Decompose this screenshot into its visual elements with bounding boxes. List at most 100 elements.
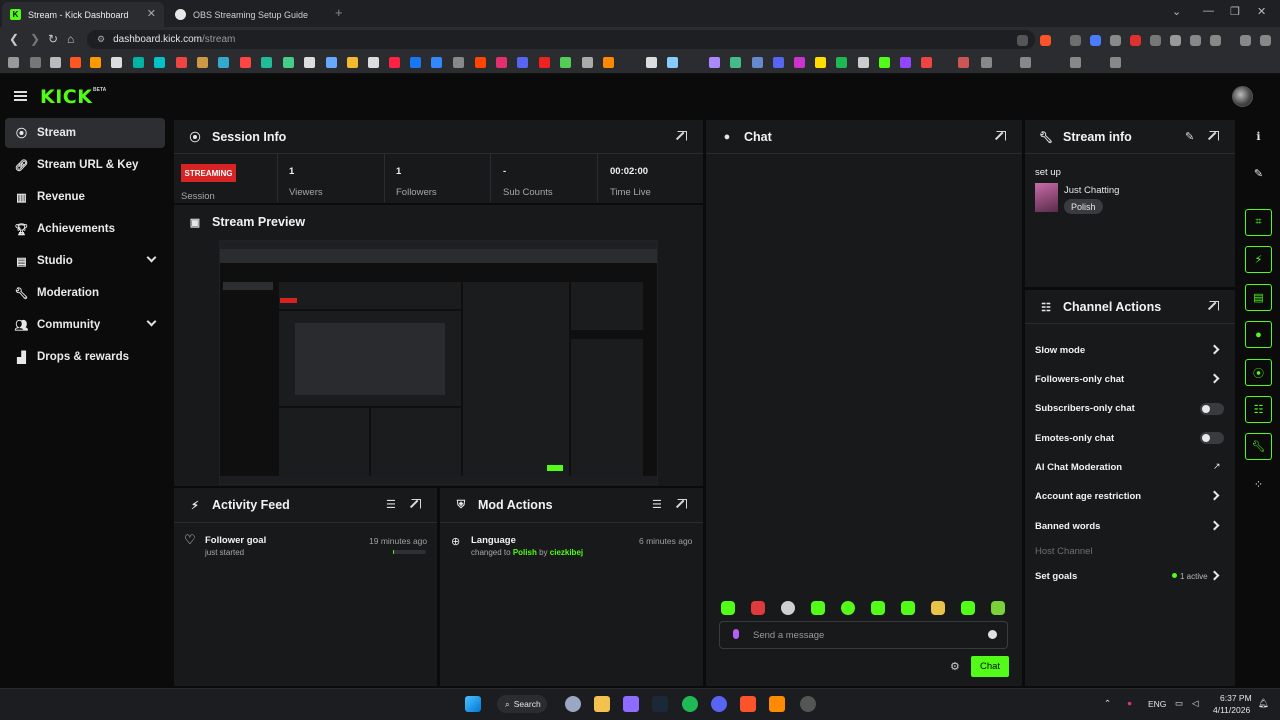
clock-date[interactable]: 4/11/2026 bbox=[1213, 705, 1250, 715]
followers-only-label[interactable]: Followers-only chat bbox=[1035, 374, 1124, 385]
bookmark-icon[interactable] bbox=[603, 57, 614, 68]
taskbar-search[interactable]: ⌕ Search bbox=[497, 695, 547, 713]
ai-moderation-label[interactable]: AI Chat Moderation bbox=[1035, 462, 1122, 473]
extensions-puzzle-icon[interactable] bbox=[1170, 35, 1181, 46]
download-icon[interactable] bbox=[1210, 35, 1221, 46]
back-icon[interactable]: ❮ bbox=[9, 32, 19, 46]
app-icon[interactable] bbox=[769, 696, 785, 712]
minimize-icon[interactable]: — bbox=[1203, 5, 1214, 17]
extension-icon[interactable] bbox=[1090, 35, 1101, 46]
sidebar-item-stream[interactable]: ⦿ Stream bbox=[5, 118, 165, 148]
bookmark-icon[interactable] bbox=[304, 57, 315, 68]
bookmark-icon[interactable] bbox=[496, 57, 507, 68]
bookmark-icon[interactable] bbox=[218, 57, 229, 68]
bookmark-icon[interactable] bbox=[730, 57, 741, 68]
file-explorer-icon[interactable] bbox=[594, 696, 610, 712]
sidebar-item-revenue[interactable]: ▥ Revenue bbox=[5, 182, 165, 212]
avatar[interactable] bbox=[1232, 86, 1253, 107]
reload-icon[interactable]: ↻ bbox=[48, 32, 58, 46]
home-icon[interactable]: ⌂ bbox=[67, 32, 74, 46]
microphone-icon[interactable]: ● bbox=[1127, 698, 1132, 708]
extension-icon[interactable] bbox=[1130, 35, 1141, 46]
language-indicator[interactable]: ENG bbox=[1148, 699, 1166, 709]
network-icon[interactable]: ▭ bbox=[1175, 698, 1183, 709]
kick-logo[interactable]: KICK bbox=[40, 86, 92, 108]
menu-icon[interactable] bbox=[1260, 35, 1271, 46]
bookmark-icon[interactable] bbox=[921, 57, 932, 68]
banned-words-label[interactable]: Banned words bbox=[1035, 521, 1100, 532]
sidebar-item-moderation[interactable]: 🔧︎ Moderation bbox=[5, 278, 165, 308]
bookmark-icon[interactable] bbox=[517, 57, 528, 68]
settings-app-icon[interactable] bbox=[565, 696, 581, 712]
filter-icon[interactable]: ☰ bbox=[652, 498, 662, 511]
forward-icon[interactable]: ❯ bbox=[30, 32, 40, 46]
bookmark-icon[interactable] bbox=[752, 57, 763, 68]
bookmark-icon[interactable] bbox=[667, 57, 678, 68]
emote-icon[interactable] bbox=[811, 601, 825, 615]
bookmark-icon[interactable] bbox=[326, 57, 337, 68]
popout-icon[interactable] bbox=[677, 131, 687, 141]
emoji-picker-icon[interactable] bbox=[988, 630, 997, 639]
screenshot-icon[interactable]: ⌗ bbox=[1245, 209, 1272, 236]
wrench-icon[interactable]: 🔧︎ bbox=[1245, 433, 1272, 460]
info-icon[interactable]: ℹ bbox=[1245, 123, 1272, 150]
edit-icon[interactable]: ✎ bbox=[1245, 160, 1272, 187]
browser-tab-obs[interactable]: OBS Streaming Setup Guide bbox=[167, 2, 332, 27]
bookmark-icon[interactable] bbox=[261, 57, 272, 68]
bookmark-icon[interactable] bbox=[133, 57, 144, 68]
lightning-icon[interactable]: ⚡︎ bbox=[1245, 246, 1272, 273]
bookmark-icon[interactable] bbox=[709, 57, 720, 68]
emote-icon[interactable] bbox=[961, 601, 975, 615]
site-info-icon[interactable]: ⚙ bbox=[97, 34, 105, 45]
emote-icon[interactable] bbox=[871, 601, 885, 615]
brave-icon[interactable] bbox=[740, 696, 756, 712]
bookmark-icon[interactable] bbox=[410, 57, 421, 68]
new-tab-icon[interactable]: + bbox=[335, 5, 343, 20]
subscribers-only-toggle[interactable] bbox=[1200, 403, 1224, 415]
bookmark-icon[interactable] bbox=[347, 57, 358, 68]
bookmark-icon[interactable] bbox=[646, 57, 657, 68]
bookmark-icon[interactable] bbox=[111, 57, 122, 68]
microphone-icon[interactable] bbox=[733, 629, 739, 639]
app-icon[interactable] bbox=[623, 696, 639, 712]
clock-time[interactable]: 6:37 PM bbox=[1220, 693, 1252, 703]
url-input[interactable]: ⚙ dashboard.kick.com/stream bbox=[87, 30, 1035, 49]
share-icon[interactable] bbox=[1017, 35, 1028, 46]
add-widget-icon[interactable]: ⁘ bbox=[1245, 471, 1272, 498]
emote-icon[interactable] bbox=[991, 601, 1005, 615]
bookmark-icon[interactable] bbox=[815, 57, 826, 68]
discord-icon[interactable] bbox=[711, 696, 727, 712]
bookmark-icon[interactable] bbox=[176, 57, 187, 68]
restore-icon[interactable]: ❐ bbox=[1230, 5, 1240, 18]
bookmark-icon[interactable] bbox=[154, 57, 165, 68]
bookmark-icon[interactable] bbox=[900, 57, 911, 68]
bookmark-icon[interactable] bbox=[773, 57, 784, 68]
browser-tab-kick[interactable]: K Stream - Kick Dashboard ✕ bbox=[2, 2, 164, 27]
sidebar-item-studio[interactable]: ▤ Studio bbox=[5, 246, 165, 276]
bookmark-icon[interactable] bbox=[858, 57, 869, 68]
emote-icon[interactable] bbox=[781, 601, 795, 615]
emote-icon[interactable] bbox=[901, 601, 915, 615]
external-link-icon[interactable]: ↗ bbox=[1213, 461, 1221, 472]
tab-search-chevron-icon[interactable]: ⌄ bbox=[1172, 5, 1181, 18]
emote-icon[interactable] bbox=[751, 601, 765, 615]
notification-icon[interactable]: 🔔︎ bbox=[1258, 698, 1269, 709]
popout-icon[interactable] bbox=[411, 499, 421, 509]
bookmark-icon[interactable] bbox=[389, 57, 400, 68]
live-icon[interactable]: ⦿ bbox=[1245, 359, 1272, 386]
stream-preview-video[interactable] bbox=[219, 240, 658, 485]
channel-actions-icon[interactable]: ☷ bbox=[1245, 396, 1272, 423]
category-thumbnail[interactable] bbox=[1035, 183, 1058, 212]
bookmark-icon[interactable] bbox=[539, 57, 550, 68]
document-icon[interactable]: ▤ bbox=[1245, 284, 1272, 311]
bookmark-folder-icon[interactable] bbox=[981, 57, 992, 68]
media-icon[interactable] bbox=[1240, 35, 1251, 46]
chat-send-button[interactable]: Chat bbox=[971, 656, 1009, 677]
bookmark-folder-icon[interactable] bbox=[1020, 57, 1031, 68]
sidebar-item-achievements[interactable]: 🏆︎ Achievements bbox=[5, 214, 165, 244]
extension-icon[interactable] bbox=[1070, 35, 1081, 46]
bookmark-icon[interactable] bbox=[879, 57, 890, 68]
chat-message-input[interactable]: Send a message bbox=[719, 621, 1008, 649]
bookmark-folder-icon[interactable] bbox=[30, 57, 41, 68]
bookmark-icon[interactable] bbox=[283, 57, 294, 68]
